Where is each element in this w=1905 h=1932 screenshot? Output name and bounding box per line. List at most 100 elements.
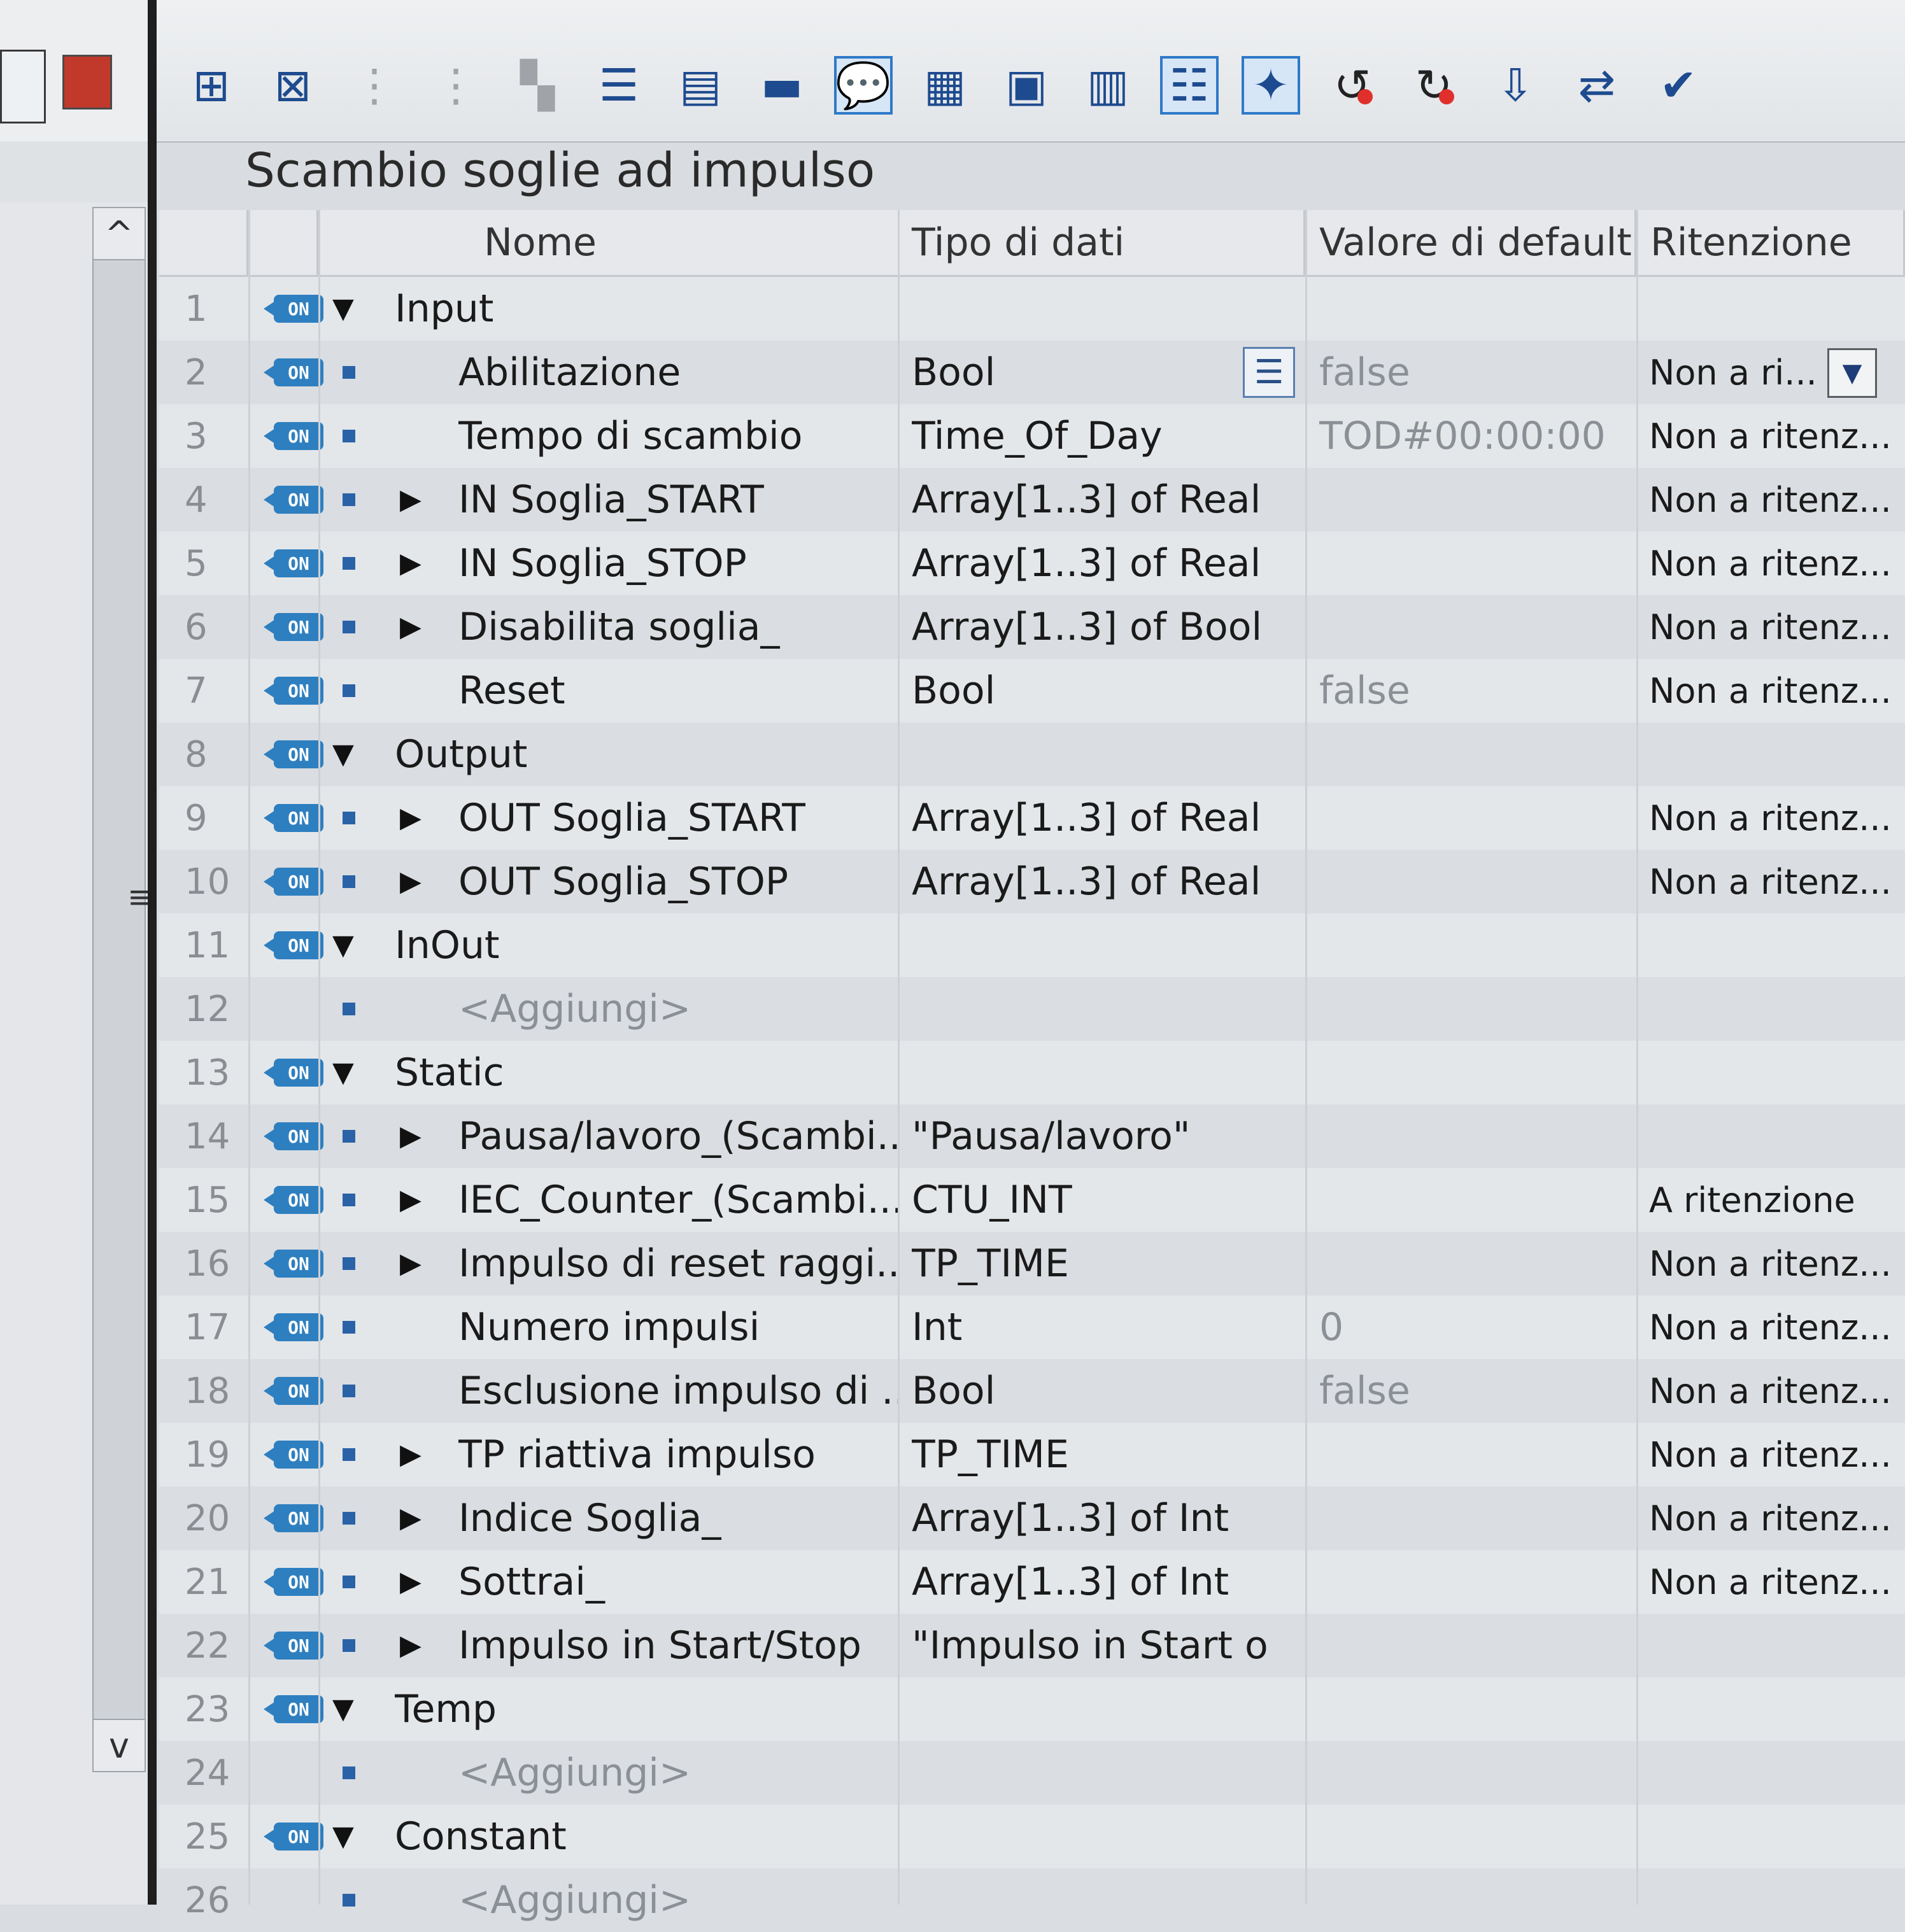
default-value-cell[interactable] (1319, 977, 1625, 1041)
data-type-cell[interactable]: Array[1..3] of Int (912, 1486, 1268, 1550)
header-name[interactable]: Nome (318, 210, 930, 277)
retention-cell[interactable] (1649, 277, 1891, 341)
name-cell[interactable]: Abilitazione (458, 341, 898, 404)
table-row[interactable]: 10 ON ▶ OUT Soglia_STOP Array[1..3] of Real N… (159, 850, 1905, 913)
default-value-cell[interactable]: false (1319, 659, 1625, 723)
expand-arrow-icon[interactable]: ▶ (400, 483, 421, 516)
table-row[interactable]: 11 ON ▼ InOut (159, 913, 1905, 977)
data-type-cell[interactable] (912, 277, 1268, 341)
data-type-cell[interactable]: Bool (912, 1359, 1268, 1423)
retention-cell[interactable] (1649, 1677, 1891, 1741)
retention-cell[interactable]: Non a ritenz... (1649, 468, 1891, 532)
expand-arrow-icon[interactable]: ▶ (400, 1120, 421, 1152)
load-icon[interactable]: ▥ (1079, 56, 1137, 115)
retention-cell[interactable] (1649, 1741, 1891, 1805)
name-cell[interactable]: Tempo di scambio (458, 404, 898, 468)
data-type-cell[interactable] (912, 1805, 1268, 1868)
table-row[interactable]: 16 ON ▶ Impulso di reset raggi... TP_TIME Non… (159, 1232, 1905, 1295)
name-cell[interactable]: Pausa/lavoro_(Scambi.. (458, 1104, 898, 1168)
compare-icon[interactable]: ⇄ (1568, 56, 1626, 115)
name-cell[interactable]: Constant (395, 1805, 891, 1868)
data-type-cell[interactable] (912, 723, 1268, 786)
name-cell[interactable]: IN Soglia_START (458, 468, 898, 532)
retention-dropdown-icon[interactable]: ▼ (1827, 348, 1877, 398)
default-value-cell[interactable]: TOD#00:00:00 (1319, 404, 1625, 468)
retention-cell[interactable] (1649, 723, 1891, 786)
table-row[interactable]: 14 ON ▶ Pausa/lavoro_(Scambi.. "Pausa/lavoro… (159, 1104, 1905, 1168)
expand-all-icon[interactable]: ☰ (590, 56, 648, 115)
default-value-cell[interactable] (1319, 786, 1625, 850)
retention-cell[interactable]: Non a ritenz... (1649, 595, 1891, 659)
default-value-cell[interactable]: false (1319, 1359, 1625, 1423)
data-type-cell[interactable]: TP_TIME (912, 1423, 1268, 1486)
expand-arrow-icon[interactable]: ▶ (400, 1183, 421, 1216)
default-value-cell[interactable] (1319, 1486, 1625, 1550)
default-value-cell[interactable] (1319, 723, 1625, 786)
comment-icon[interactable]: 💬 (834, 56, 893, 115)
default-value-cell[interactable] (1319, 1104, 1625, 1168)
retention-cell[interactable] (1649, 913, 1891, 977)
data-type-cell[interactable]: CTU_INT (912, 1168, 1268, 1232)
name-cell[interactable]: Static (395, 1041, 891, 1104)
table-row[interactable]: 22 ON ▶ Impulso in Start/Stop "Impulso in St… (159, 1614, 1905, 1677)
name-cell[interactable]: Numero impulsi (458, 1295, 898, 1359)
data-type-cell[interactable]: Int (912, 1295, 1268, 1359)
default-value-cell[interactable] (1319, 468, 1625, 532)
monitor-icon[interactable]: ▦ (916, 56, 974, 115)
table-row[interactable]: 3 ON Tempo di scambio Time_Of_Day TOD#00:00:… (159, 404, 1905, 468)
default-value-cell[interactable] (1319, 1677, 1625, 1741)
name-cell[interactable]: Impulso di reset raggi... (458, 1232, 898, 1295)
default-value-cell[interactable] (1319, 1041, 1625, 1104)
indent-icon[interactable]: ☷ (1160, 56, 1219, 115)
scroll-up-button[interactable]: ^ (92, 207, 146, 260)
retention-cell[interactable] (1649, 977, 1891, 1041)
default-value-cell[interactable]: false (1319, 341, 1625, 404)
default-value-cell[interactable] (1319, 277, 1625, 341)
retention-cell[interactable]: Non a ritenz... (1649, 1423, 1891, 1486)
expand-arrow-icon[interactable]: ▶ (400, 1502, 421, 1534)
table-row[interactable]: 21 ON ▶ Sottrai_ Array[1..3] of Int Non a rit… (159, 1550, 1905, 1614)
retention-cell[interactable] (1649, 1614, 1891, 1677)
retention-cell[interactable] (1649, 1104, 1891, 1168)
data-type-cell[interactable]: Array[1..3] of Real (912, 532, 1268, 595)
retention-cell[interactable]: Non a ritenz... (1649, 532, 1891, 595)
name-cell[interactable]: Reset (458, 659, 898, 723)
default-value-cell[interactable] (1319, 1614, 1625, 1677)
retention-cell[interactable]: Non a ritenz... (1649, 1295, 1891, 1359)
star-icon[interactable]: ✦ (1242, 56, 1300, 115)
table-row[interactable]: 20 ON ▶ Indice Soglia_ Array[1..3] of Int Non… (159, 1486, 1905, 1550)
block-view-icon[interactable]: ▬ (753, 56, 811, 115)
download-icon[interactable]: ⇩ (1486, 56, 1545, 115)
name-cell[interactable]: IN Soglia_STOP (458, 532, 898, 595)
collapse-arrow-icon[interactable]: ▼ (332, 929, 354, 961)
data-type-cell[interactable]: TP_TIME (912, 1232, 1268, 1295)
name-cell[interactable]: Output (395, 723, 891, 786)
add-member-cell[interactable]: <Aggiungi> (458, 1741, 898, 1805)
collapse-arrow-icon[interactable]: ▼ (332, 1693, 354, 1725)
name-cell[interactable]: Input (395, 277, 891, 341)
retention-cell[interactable]: Non a ritenz... (1649, 1486, 1891, 1550)
collapse-arrow-icon[interactable]: ▼ (332, 1820, 354, 1852)
add-member-cell[interactable]: <Aggiungi> (458, 977, 898, 1041)
table-row[interactable]: 7 ON Reset Bool false Non a ritenz... (159, 659, 1905, 723)
retention-cell[interactable]: Non a ritenz... (1649, 786, 1891, 850)
table-row[interactable]: 9 ON ▶ OUT Soglia_START Array[1..3] of Real N… (159, 786, 1905, 850)
reset-start-icon[interactable]: ↺ (1323, 56, 1382, 115)
expand-arrow-icon[interactable]: ▶ (400, 1438, 421, 1470)
data-type-cell[interactable]: Array[1..3] of Real (912, 850, 1268, 913)
table-row[interactable]: 4 ON ▶ IN Soglia_START Array[1..3] of Real No… (159, 468, 1905, 532)
list-view-icon[interactable] (0, 50, 46, 123)
data-type-cell[interactable]: "Impulso in Start o i.. (912, 1614, 1268, 1677)
retention-cell[interactable] (1649, 1805, 1891, 1868)
retention-cell[interactable]: Non a ritenz... (1649, 404, 1891, 468)
name-cell[interactable]: OUT Soglia_START (458, 786, 898, 850)
expand-arrow-icon[interactable]: ▶ (400, 610, 421, 643)
name-cell[interactable]: Esclusione impulso di .. (458, 1359, 898, 1423)
retention-cell[interactable]: Non a ritenz... (1649, 1232, 1891, 1295)
data-type-cell[interactable] (912, 1741, 1268, 1805)
table-row[interactable]: 6 ON ▶ Disabilita soglia_ Array[1..3] of Boo… (159, 595, 1905, 659)
default-value-cell[interactable] (1319, 1168, 1625, 1232)
default-value-cell[interactable] (1319, 1423, 1625, 1486)
data-type-cell[interactable] (912, 913, 1268, 977)
scroll-down-button[interactable]: v (92, 1719, 146, 1772)
